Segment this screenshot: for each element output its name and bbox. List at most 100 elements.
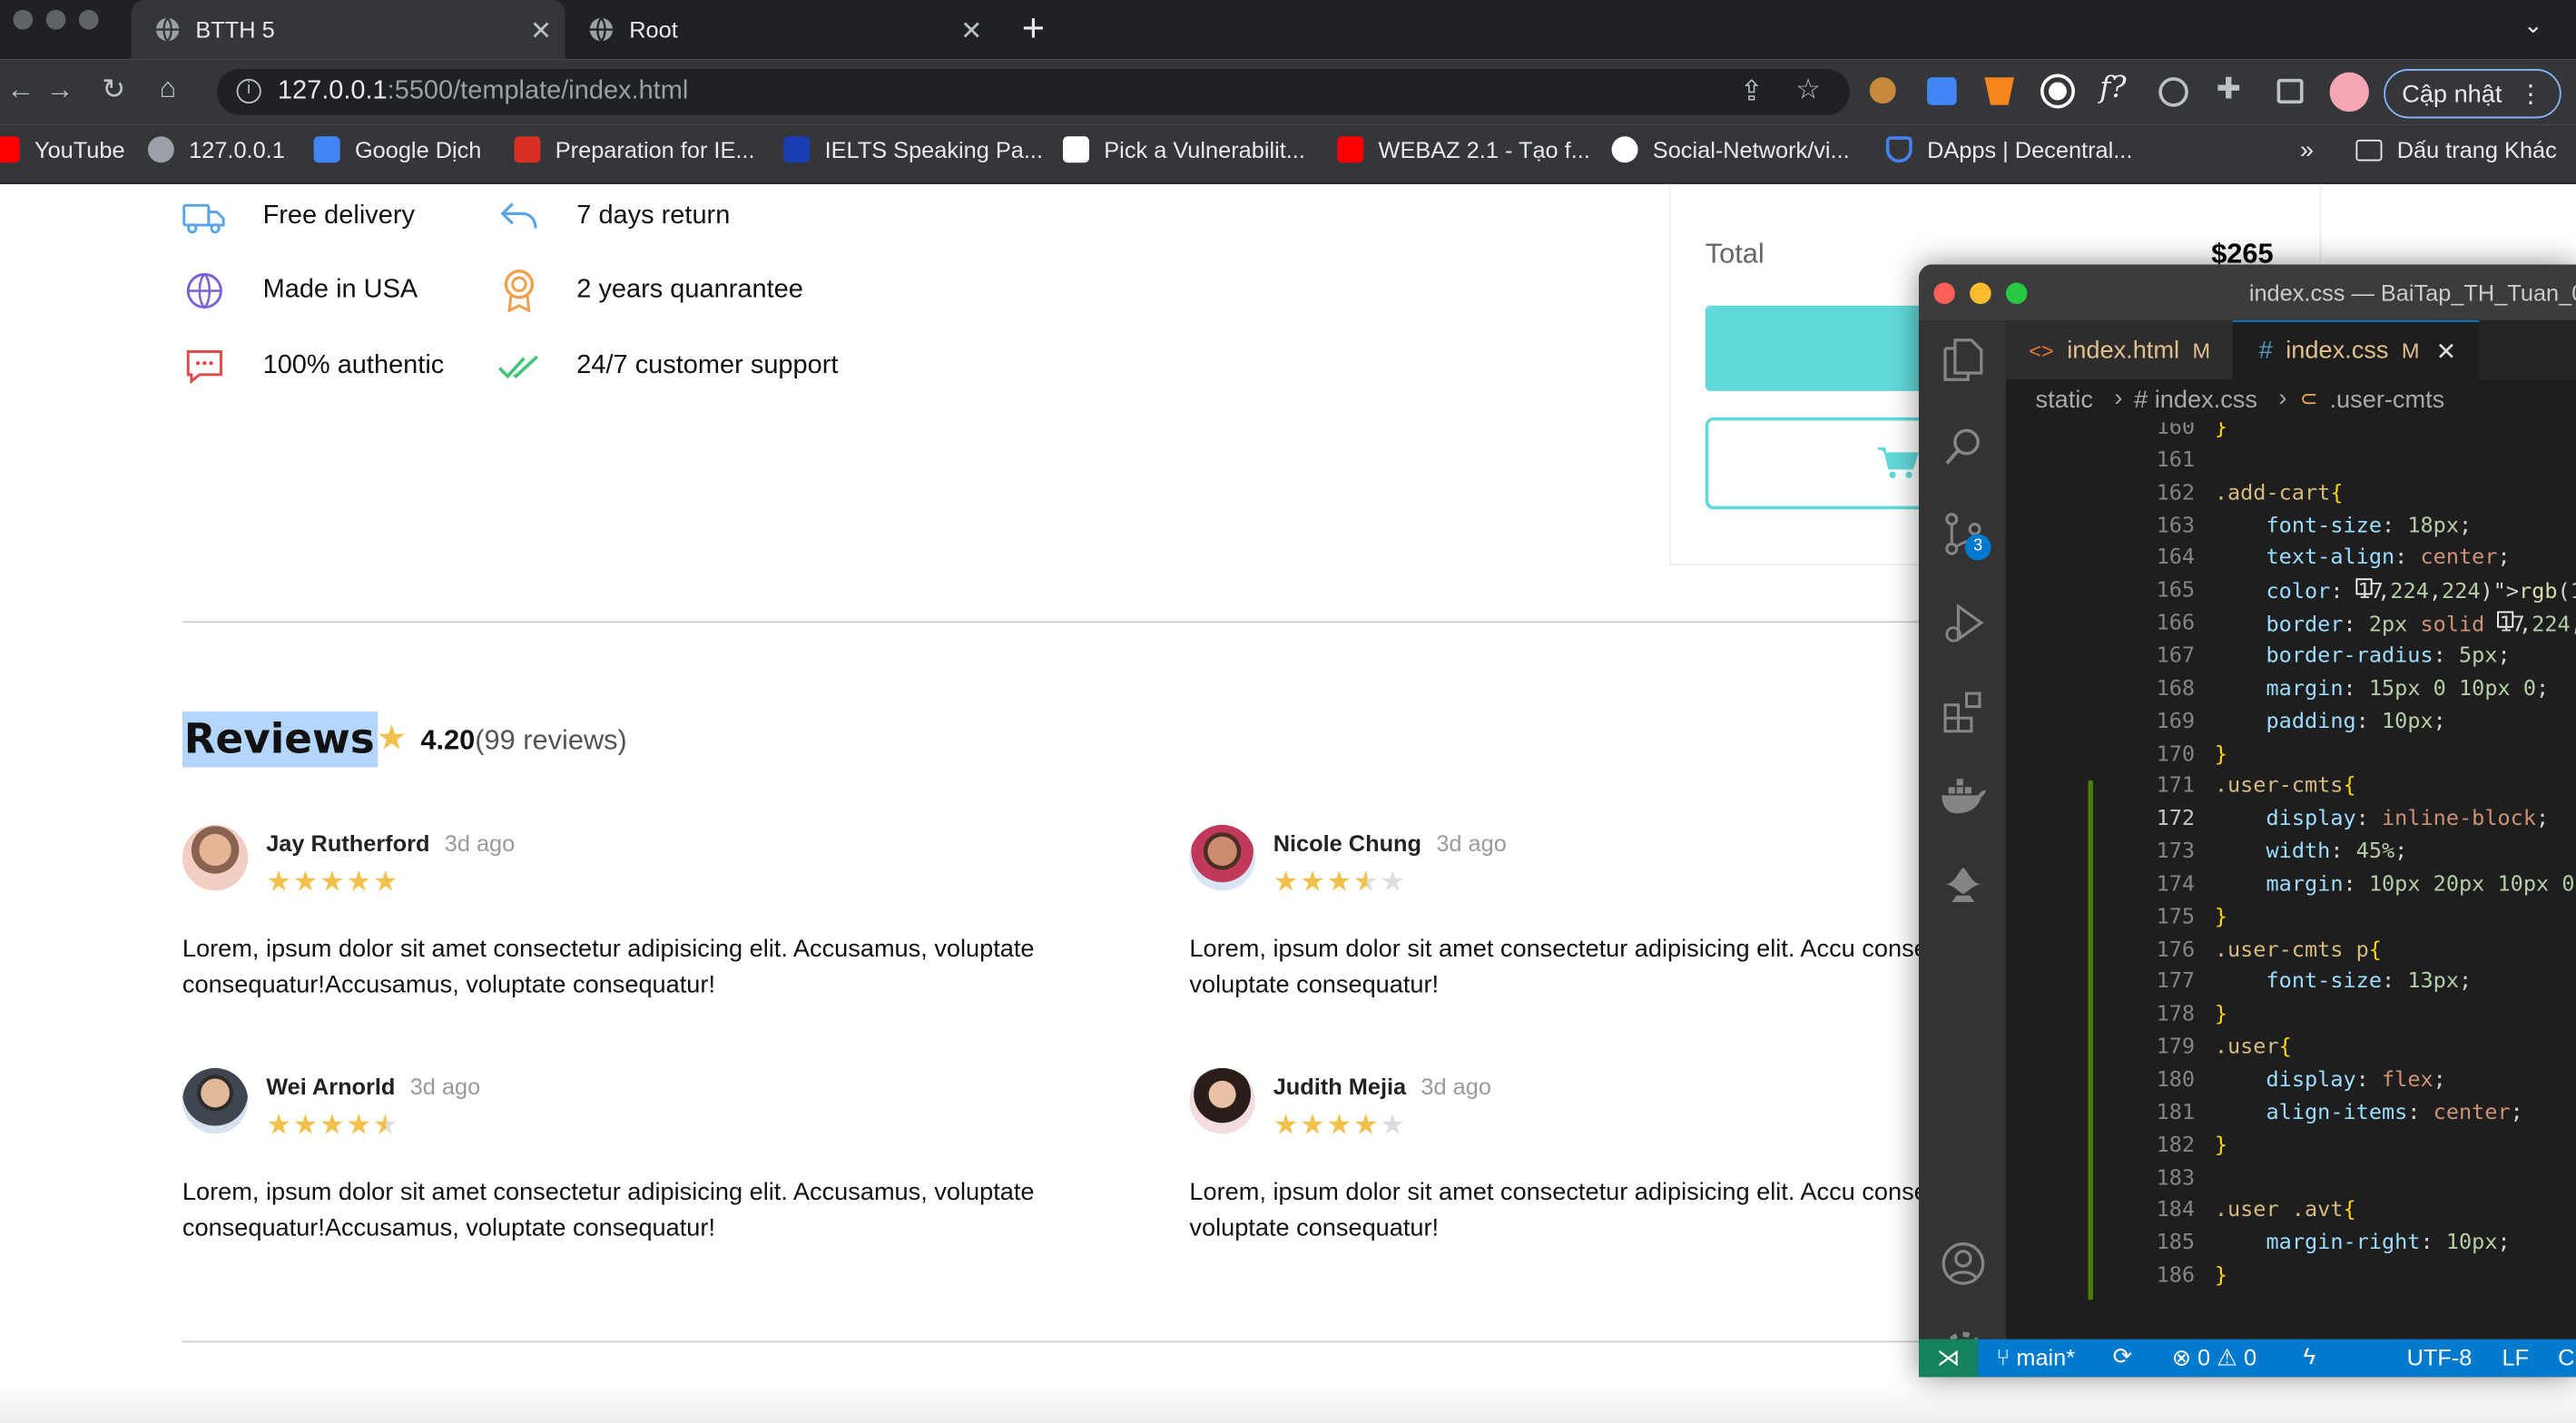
code-line[interactable]: margin: 10px 20px 10px 0;: [2215, 872, 2576, 897]
close-tab-icon[interactable]: ✕: [2436, 336, 2457, 366]
code-line[interactable]: display: inline-block;: [2215, 807, 2549, 831]
bookmark-ielts[interactable]: IELTS Speaking Pa...: [783, 136, 1043, 163]
reload-icon[interactable]: ↻: [102, 74, 125, 106]
bookmark-localhost[interactable]: 127.0.0.1: [147, 136, 285, 163]
vscode-window: index.css — BaiTap_TH_Tuan_0 3 <> index.…: [1919, 264, 2576, 1378]
breadcrumb-symbol[interactable]: .user-cmts: [2330, 386, 2445, 414]
code-line[interactable]: font-size: 18px;: [2215, 514, 2472, 538]
close-window-dot[interactable]: [13, 9, 34, 30]
profile-avatar[interactable]: [2329, 72, 2369, 113]
tab-btth5[interactable]: BTTH 5 ✕: [131, 0, 565, 60]
code-line[interactable]: border: 2px solid 17,224,224)">rgb(17, 2…: [2215, 611, 2576, 638]
extensions-icon[interactable]: [1942, 689, 1984, 735]
bookmark-star-icon[interactable]: ☆: [1795, 74, 1821, 106]
run-debug-icon[interactable]: [1942, 600, 1984, 646]
compass-extension-icon[interactable]: [2158, 77, 2188, 107]
editor-tabs: <> index.html M # index.css M ✕: [2005, 320, 2576, 380]
forward-icon[interactable]: →: [46, 74, 74, 106]
branch-indicator[interactable]: ⑂ main*: [1996, 1344, 2075, 1370]
accounts-icon[interactable]: [1941, 1241, 1987, 1287]
grid-icon: [514, 136, 541, 163]
bookmark-google-translate[interactable]: Google Dịch: [313, 136, 481, 163]
code-editor[interactable]: 160} 161 162 .add-cart{163 font-size: 18px;…: [2006, 422, 2576, 1339]
line-number: 167: [2156, 643, 2196, 669]
code-line[interactable]: display: flex;: [2215, 1068, 2445, 1093]
lightning-icon[interactable]: ϟ: [2304, 1342, 2315, 1369]
translate-extension-icon[interactable]: [1927, 77, 1957, 105]
line-number: 182: [2156, 1133, 2196, 1158]
bookmark-vulnerability[interactable]: Pick a Vulnerabilit...: [1063, 136, 1305, 163]
code-line[interactable]: .user .avt{: [2215, 1199, 2356, 1223]
cookie-extension-icon[interactable]: [1869, 77, 1896, 104]
code-line[interactable]: padding: 10px;: [2215, 710, 2445, 734]
minimize-window-dot[interactable]: [45, 9, 66, 30]
formula-extension-icon[interactable]: f?: [2099, 71, 2127, 105]
code-line[interactable]: color: 17,224,224)">rgb(17, 224, 224);: [2215, 578, 2576, 605]
update-button[interactable]: Cập nhật ⋮: [2384, 69, 2561, 119]
bookmark-github[interactable]: Social-Network/vi...: [1611, 136, 1850, 163]
html-file-icon: <>: [2029, 338, 2054, 363]
problems-indicator[interactable]: ⊗ 0 ⚠ 0: [2172, 1344, 2256, 1372]
zoom-window-dot[interactable]: [78, 9, 99, 30]
docker-icon[interactable]: [1939, 777, 1988, 816]
code-line[interactable]: .add-cart{: [2215, 481, 2344, 505]
breadcrumb-file[interactable]: # index.css: [2134, 386, 2257, 414]
code-line[interactable]: .user-cmts{: [2215, 774, 2356, 799]
tab-index-html[interactable]: <> index.html M: [2005, 320, 2233, 380]
tab-index-css[interactable]: # index.css M ✕: [2232, 320, 2480, 380]
other-bookmarks-folder[interactable]: Dấu trang Khác: [2355, 136, 2557, 162]
search-icon[interactable]: [1942, 426, 1984, 468]
more-bookmarks-icon[interactable]: »: [2300, 136, 2314, 164]
back-icon[interactable]: ←: [6, 74, 34, 106]
new-tab-icon[interactable]: +: [1022, 6, 1045, 53]
reviewer-name: Wei Arnorld 3d ago: [266, 1073, 481, 1100]
code-line[interactable]: }: [2215, 1264, 2227, 1289]
info-icon[interactable]: i: [236, 78, 261, 104]
bookmark-dapps[interactable]: DApps | Decentral...: [1885, 136, 2132, 163]
side-panel-icon[interactable]: [2276, 78, 2304, 104]
minimize-window-button[interactable]: [1970, 282, 1991, 304]
tab-root[interactable]: Root ✕: [565, 0, 996, 59]
code-line[interactable]: align-items: center;: [2215, 1101, 2522, 1125]
code-line[interactable]: }: [2215, 1003, 2227, 1027]
code-line[interactable]: margin: 15px 0 10px 0;: [2215, 677, 2549, 702]
code-line[interactable]: margin-right: 10px;: [2215, 1232, 2510, 1256]
code-line[interactable]: }: [2215, 422, 2227, 440]
code-line[interactable]: }: [2215, 905, 2227, 929]
url-text[interactable]: 127.0.0.1:5500/template/index.html: [278, 77, 688, 107]
bookmark-youtube[interactable]: YouTube: [0, 136, 125, 163]
bookmark-preparation[interactable]: Preparation for IE...: [514, 136, 755, 163]
live-share-icon[interactable]: [1941, 863, 1987, 906]
extension-icon[interactable]: [2043, 77, 2072, 105]
remote-icon[interactable]: ⋊: [1919, 1339, 1979, 1378]
close-tab-icon[interactable]: ✕: [960, 15, 982, 47]
line-number: 171: [2156, 774, 2196, 800]
code-line[interactable]: text-align: center;: [2215, 546, 2510, 571]
reviews-heading: Reviews: [182, 711, 379, 768]
puzzle-icon[interactable]: ✚: [2217, 73, 2241, 107]
code-line[interactable]: }: [2215, 741, 2227, 766]
explorer-icon[interactable]: [1942, 337, 1984, 383]
encoding-indicator[interactable]: UTF-8: [2407, 1344, 2473, 1370]
eol-indicator[interactable]: LF: [2502, 1344, 2530, 1370]
page-bottom-shadow: [0, 1383, 2576, 1423]
tab-search-chevron-icon[interactable]: ⌄: [2523, 12, 2542, 40]
code-line[interactable]: .user-cmts p{: [2215, 937, 2382, 962]
language-indicator[interactable]: C: [2558, 1344, 2574, 1370]
review-text: Lorem, ipsum dolor sit amet consectetur …: [182, 935, 1035, 998]
share-icon[interactable]: ⇪: [1740, 75, 1764, 108]
maximize-window-button[interactable]: [2005, 282, 2028, 304]
breadcrumb-folder[interactable]: static: [2036, 386, 2093, 414]
reviews-summary: 4.20(99 reviews): [420, 724, 626, 757]
close-tab-icon[interactable]: ✕: [530, 15, 552, 47]
code-line[interactable]: font-size: 13px;: [2215, 970, 2472, 995]
sync-icon[interactable]: ⟳: [2113, 1342, 2132, 1370]
code-line[interactable]: width: 45%;: [2215, 839, 2407, 864]
code-line[interactable]: border-radius: 5px;: [2215, 644, 2510, 669]
code-line[interactable]: .user{: [2215, 1035, 2292, 1060]
code-line[interactable]: }: [2215, 1133, 2227, 1158]
close-window-button[interactable]: [1933, 282, 1955, 304]
bookmark-webaz[interactable]: WEBAZ 2.1 - Tạo f...: [1337, 136, 1590, 163]
home-icon[interactable]: ⌂: [160, 73, 177, 105]
reviewer-name: Nicole Chung 3d ago: [1273, 829, 1507, 857]
